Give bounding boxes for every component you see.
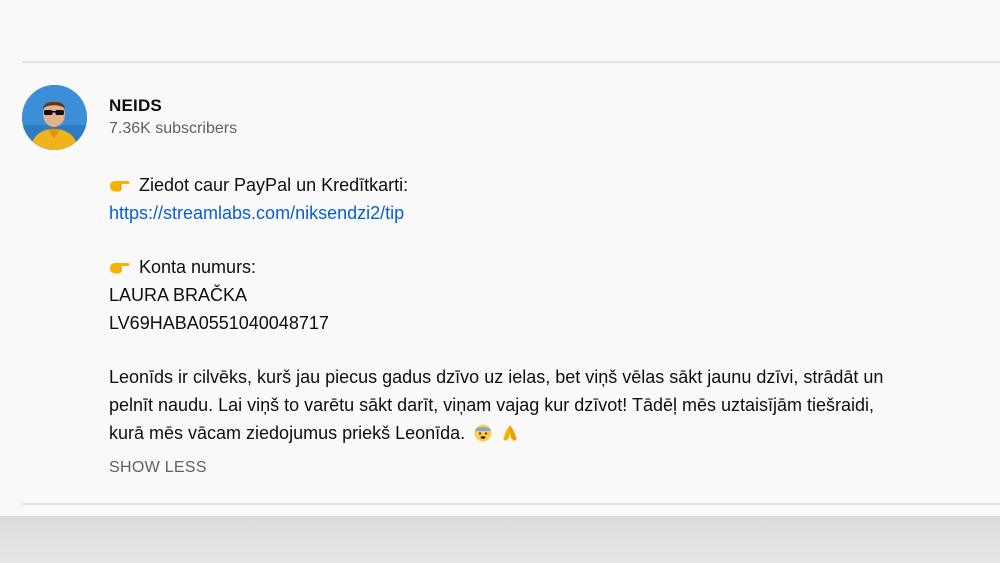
donate-line: Ziedot caur PayPal un Kredītkarti: xyxy=(109,171,969,199)
channel-description: Ziedot caur PayPal un Kredītkarti: https… xyxy=(109,171,969,447)
donate-label: Ziedot caur PayPal un Kredītkarti: xyxy=(139,175,409,195)
anxious-face-icon xyxy=(474,424,492,442)
account-label: Konta numurs: xyxy=(139,257,257,277)
folded-hands-icon xyxy=(503,425,518,441)
channel-description-card: NEIDS 7.36K subscribers Ziedot caur PayP… xyxy=(0,63,1000,503)
pointing-hand-icon xyxy=(110,263,130,274)
subscriber-count: 7.36K subscribers xyxy=(109,120,238,137)
paragraph-line-2: pelnīt naudu. Lai viņš to varētu sākt da… xyxy=(109,395,875,415)
paragraph-line-1: Leonīds ir cilvēks, kurš jau piecus gadu… xyxy=(109,367,884,387)
bottom-divider xyxy=(22,503,1000,505)
donate-link[interactable]: https://streamlabs.com/niksendzi2/tip xyxy=(109,203,404,223)
page-footer-band xyxy=(0,516,1000,563)
channel-avatar[interactable] xyxy=(22,85,87,150)
channel-name[interactable]: NEIDS xyxy=(109,96,162,116)
avatar-photo-icon xyxy=(22,85,87,150)
donate-link-line: https://streamlabs.com/niksendzi2/tip xyxy=(109,199,969,227)
pointing-hand-icon xyxy=(110,181,130,192)
account-line: Konta numurs: xyxy=(109,253,969,281)
show-less-button[interactable]: SHOW LESS xyxy=(109,459,207,477)
account-number: LV69HABA0551040048717 xyxy=(109,313,329,333)
paragraph-line-3-text: kurā mēs vācam ziedojumus priekš Leonīda… xyxy=(109,423,466,443)
paragraph-line-3: kurā mēs vācam ziedojumus priekš Leonīda… xyxy=(109,419,969,447)
account-name: LAURA BRAČKA xyxy=(109,285,248,305)
